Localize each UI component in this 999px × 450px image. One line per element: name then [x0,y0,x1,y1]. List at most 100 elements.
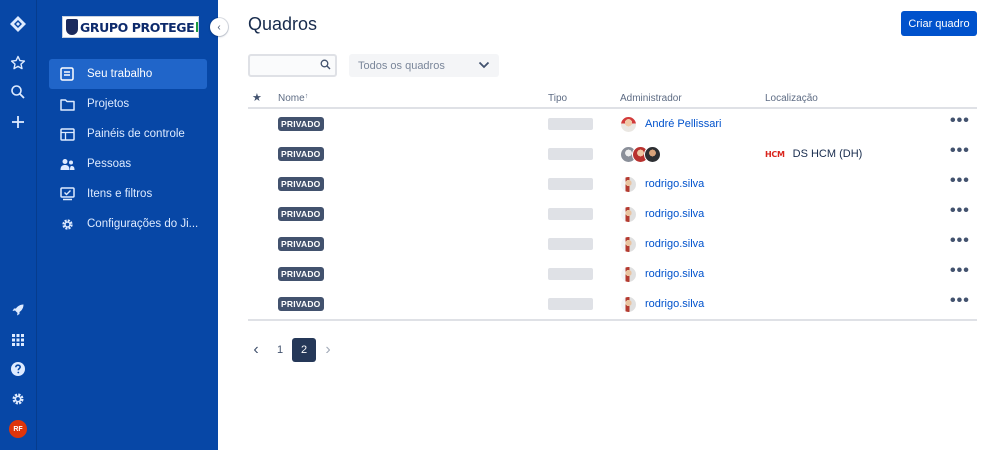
filter-icon [59,186,75,202]
location-link[interactable]: DS HCM (DH) [793,148,863,160]
admin-avatar[interactable] [644,145,661,163]
app-switcher-icon[interactable] [2,326,34,354]
sidebar-item-label: Seu trabalho [87,68,153,80]
user-avatar[interactable]: RF [2,415,34,443]
logo-text: GRUPO PROTEGE [80,19,195,35]
sidebar-item-pessoas[interactable]: Pessoas [49,149,207,179]
admin-link[interactable]: rodrigo.silva [645,178,704,190]
page-title: Quadros [248,14,318,34]
column-header-type[interactable]: Tipo [548,93,567,104]
shield-logo-icon [66,19,78,35]
prev-page-button[interactable]: ‹ [244,338,268,362]
private-badge: PRIVADO [278,267,324,281]
more-actions-button[interactable]: ••• [950,173,970,189]
more-actions-button[interactable]: ••• [950,293,970,309]
sidebar-item-label: Projetos [87,98,130,110]
global-navigation-rail: RF [0,0,36,450]
private-badge: PRIVADO [278,207,324,221]
admin-avatar [620,205,637,223]
admin-avatar [620,295,637,313]
settings-gear-icon[interactable] [2,385,34,413]
sidebar-item-projetos[interactable]: Projetos [49,89,207,119]
admin-avatar [620,175,637,193]
private-badge: PRIVADO [278,117,324,131]
sort-arrow-icon: ↑ [304,93,309,100]
sidebar-item-paineis[interactable]: Painéis de controle [49,119,207,149]
table-header: ★ Nome↑ Tipo Administrador Localização [248,88,977,109]
sidebar-item-label: Configurações do Ji... [87,218,199,230]
collapse-sidebar-button[interactable]: ‹ [210,18,228,36]
gear-icon [59,216,75,232]
pagination: ‹ 1 2 › [244,338,340,362]
more-actions-button[interactable]: ••• [950,203,970,219]
board-type-placeholder [548,268,593,280]
private-badge: PRIVADO [278,297,324,311]
sidebar-item-label: Pessoas [87,158,132,170]
avatar-initials: RF [9,420,27,438]
more-actions-button[interactable]: ••• [950,233,970,249]
table-row[interactable]: PRIVADO rodrigo.silva ••• [248,199,977,229]
column-header-location[interactable]: Localização [765,93,818,104]
create-plus-icon[interactable] [2,108,34,136]
page-button-1[interactable]: 1 [268,338,292,362]
table-row[interactable]: PRIVADO HCM DS HCM (DH) ••• [248,139,977,169]
board-type-placeholder [548,148,593,160]
chevron-left-icon: ‹ [217,21,221,33]
company-logo[interactable]: GRUPO PROTEGE [62,16,199,38]
table-row[interactable]: PRIVADO rodrigo.silva ••• [248,259,977,289]
table-row[interactable]: PRIVADO rodrigo.silva ••• [248,229,977,259]
dashboard-icon [59,126,75,142]
board-type-placeholder [548,298,593,310]
board-filter-value: Todos os quadros [358,59,445,72]
boards-table: ★ Nome↑ Tipo Administrador Localização P… [248,88,977,321]
board-filter-select[interactable]: Todos os quadros [349,54,499,77]
admin-link[interactable]: rodrigo.silva [645,208,704,220]
private-badge: PRIVADO [278,147,324,161]
admin-link[interactable]: rodrigo.silva [645,298,704,310]
next-page-button[interactable]: › [316,338,340,362]
search-icon [320,59,331,73]
board-type-placeholder [548,238,593,250]
admin-link[interactable]: rodrigo.silva [645,238,704,250]
people-icon [59,156,75,172]
board-type-placeholder [548,178,593,190]
chevron-down-icon [478,60,490,72]
folder-icon [59,96,75,112]
starred-icon[interactable] [2,49,34,77]
table-row[interactable]: PRIVADO André Pellissari ••• [248,109,977,139]
sidebar-item-seu-trabalho[interactable]: Seu trabalho [49,59,207,89]
more-actions-button[interactable]: ••• [950,143,970,159]
column-header-name[interactable]: Nome↑ [278,93,308,104]
search-input[interactable] [248,54,337,77]
sidebar-item-label: Painéis de controle [87,128,185,140]
search-icon[interactable] [2,78,34,106]
table-row[interactable]: PRIVADO rodrigo.silva ••• [248,169,977,199]
column-header-admin[interactable]: Administrador [620,93,682,104]
create-board-button[interactable]: Criar quadro [901,11,977,36]
sidebar-item-itens-filtros[interactable]: Itens e filtros [49,179,207,209]
admin-avatar [620,115,637,133]
sidebar-nav: Seu trabalho Projetos Painéis de control… [49,59,207,239]
work-icon [59,66,75,82]
page-button-2[interactable]: 2 [292,338,316,362]
private-badge: PRIVADO [278,177,324,191]
more-actions-button[interactable]: ••• [950,263,970,279]
table-body: PRIVADO André Pellissari ••• PRIVADO HCM… [248,109,977,321]
sidebar: GRUPO PROTEGE ‹ Seu trabalho Projetos Pa… [36,0,228,450]
board-type-placeholder [548,118,593,130]
main-content: Quadros Criar quadro Todos os quadros ★ … [218,0,999,450]
star-column-icon[interactable]: ★ [252,91,262,104]
admin-avatar [620,265,637,283]
flag-icon [196,22,198,32]
help-icon[interactable] [2,355,34,383]
project-logo-hcm: HCM [765,149,785,159]
admin-avatar [620,235,637,253]
more-actions-button[interactable]: ••• [950,113,970,129]
sidebar-item-label: Itens e filtros [87,188,153,200]
admin-link[interactable]: rodrigo.silva [645,268,704,280]
sidebar-item-configuracoes[interactable]: Configurações do Ji... [49,209,207,239]
jira-logo-icon[interactable] [2,10,34,38]
admin-link[interactable]: André Pellissari [645,118,721,130]
table-row[interactable]: PRIVADO rodrigo.silva ••• [248,289,977,319]
rocket-icon[interactable] [2,296,34,324]
